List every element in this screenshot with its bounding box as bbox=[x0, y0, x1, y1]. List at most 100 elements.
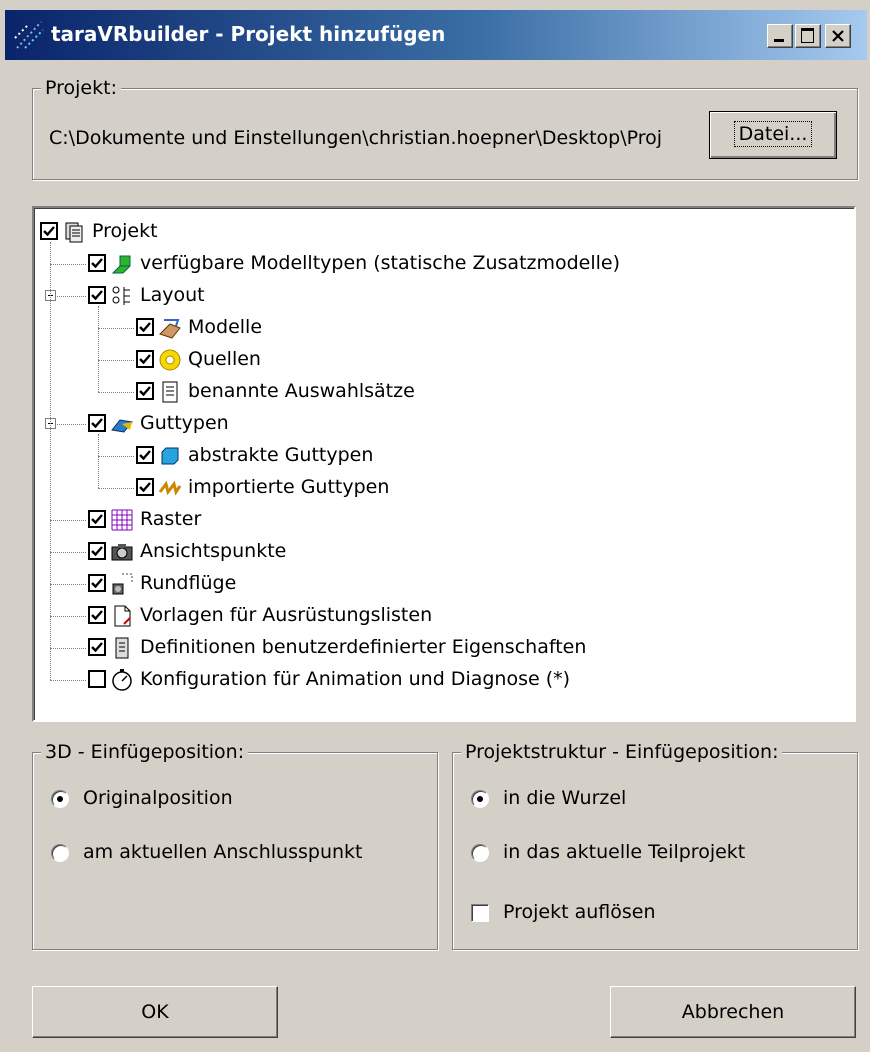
tree-connector bbox=[98, 306, 99, 392]
tree-item[interactable]: Ansichtspunkte bbox=[34, 536, 854, 568]
tree-item[interactable]: Layout bbox=[34, 280, 854, 312]
tree-checkbox[interactable] bbox=[40, 222, 58, 240]
tree-checkbox[interactable] bbox=[136, 478, 154, 496]
tree-connector bbox=[50, 264, 86, 265]
tree-checkbox[interactable] bbox=[88, 638, 106, 656]
window-title: taraVRbuilder - Projekt hinzufügen bbox=[51, 22, 446, 46]
tree-checkbox[interactable] bbox=[136, 446, 154, 464]
radio-button[interactable] bbox=[471, 790, 489, 808]
tree-connector bbox=[98, 392, 134, 393]
check-mark-icon bbox=[91, 546, 103, 557]
tree-item-label: Modelle bbox=[188, 316, 263, 338]
camera-icon bbox=[111, 544, 133, 561]
minimize-button[interactable] bbox=[767, 24, 793, 48]
tree-connector bbox=[98, 488, 134, 489]
tree-item[interactable]: Definitionen benutzerdefinierter Eigensc… bbox=[34, 632, 854, 664]
tree-checkbox[interactable] bbox=[136, 318, 154, 336]
ok-button[interactable]: OK bbox=[32, 986, 278, 1038]
tree-item-label: Projekt bbox=[92, 220, 158, 242]
tree-checkbox[interactable] bbox=[88, 606, 106, 624]
title-bar[interactable]: taraVRbuilder - Projekt hinzufügen bbox=[5, 10, 867, 60]
project-tree[interactable]: Projekt verfügbare Modelltypen (statische… bbox=[32, 206, 856, 722]
tree-item[interactable]: Konfiguration für Animation und Diagnose… bbox=[34, 664, 854, 696]
tree-item-label: benannte Auswahlsätze bbox=[188, 380, 415, 402]
tree-connector bbox=[98, 434, 99, 488]
tree-connector bbox=[50, 242, 51, 680]
tree-item[interactable]: Projekt bbox=[34, 216, 854, 248]
cancel-button-label: Abbrechen bbox=[681, 1001, 785, 1023]
position-3d-group: 3D - Einfügeposition: Originalposition a… bbox=[32, 741, 438, 950]
tree-item[interactable]: Raster bbox=[34, 504, 854, 536]
tree-item-label: importierte Guttypen bbox=[188, 476, 390, 498]
tree-checkbox[interactable] bbox=[88, 414, 106, 432]
file-button[interactable]: Datei... bbox=[709, 111, 837, 159]
tree-item-label: Rundflüge bbox=[140, 572, 237, 594]
tree-connector bbox=[98, 456, 134, 457]
tree-item[interactable]: Guttypen bbox=[34, 408, 854, 440]
tree-checkbox[interactable] bbox=[88, 574, 106, 592]
check-mark-icon bbox=[91, 610, 103, 621]
tree-checkbox[interactable] bbox=[136, 350, 154, 368]
project-group-label: Projekt: bbox=[41, 77, 121, 99]
radio-button[interactable] bbox=[51, 790, 69, 808]
check-mark-icon bbox=[91, 418, 103, 429]
check-mark-icon bbox=[139, 450, 151, 461]
check-mark-icon bbox=[91, 514, 103, 525]
tree-connector bbox=[50, 680, 86, 681]
document-icon bbox=[114, 605, 131, 627]
tree-item[interactable]: importierte Guttypen bbox=[34, 472, 854, 504]
tree-item[interactable]: abstrakte Guttypen bbox=[34, 440, 854, 472]
tree-item-label: Ansichtspunkte bbox=[140, 540, 287, 562]
tree-item-label: abstrakte Guttypen bbox=[188, 444, 374, 466]
cancel-button[interactable]: Abbrechen bbox=[610, 986, 856, 1038]
check-mark-icon bbox=[139, 386, 151, 397]
ok-button-label: OK bbox=[141, 1001, 169, 1023]
models-icon bbox=[159, 319, 181, 339]
tree-checkbox[interactable] bbox=[88, 670, 106, 688]
sources-icon bbox=[159, 349, 181, 371]
tree-connector bbox=[50, 648, 86, 649]
structure-position-label: Projektstruktur - Einfügeposition: bbox=[461, 741, 783, 763]
tree-item[interactable]: Quellen bbox=[34, 344, 854, 376]
grid-icon bbox=[111, 509, 133, 531]
check-mark-icon bbox=[43, 226, 55, 237]
close-button[interactable] bbox=[825, 24, 851, 48]
position-3d-label: 3D - Einfügeposition: bbox=[41, 741, 249, 763]
tree-item-label: Guttypen bbox=[140, 412, 229, 434]
tree-item-label: Definitionen benutzerdefinierter Eigensc… bbox=[140, 636, 587, 658]
tree-checkbox[interactable] bbox=[136, 382, 154, 400]
project-icon bbox=[65, 222, 83, 243]
tree-item[interactable]: Vorlagen für Ausrüstungslisten bbox=[34, 600, 854, 632]
selection-sets-icon bbox=[162, 381, 178, 403]
radio-label: in das aktuelle Teilprojekt bbox=[503, 841, 746, 863]
check-mark-icon bbox=[91, 290, 103, 301]
tree-item-label: verfügbare Modelltypen (statische Zusatz… bbox=[140, 252, 621, 274]
tree-item[interactable]: verfügbare Modelltypen (statische Zusatz… bbox=[34, 248, 854, 280]
tree-item-label: Layout bbox=[140, 284, 205, 306]
tree-item-label: Quellen bbox=[188, 348, 261, 370]
structure-position-group: Projektstruktur - Einfügeposition: in di… bbox=[452, 741, 858, 950]
checkbox[interactable] bbox=[471, 904, 489, 922]
flyover-icon bbox=[112, 573, 133, 595]
check-mark-icon bbox=[91, 578, 103, 589]
app-icon bbox=[14, 21, 44, 49]
tree-checkbox[interactable] bbox=[88, 542, 106, 560]
tree-item-label: Raster bbox=[140, 508, 202, 530]
tree-item[interactable]: Rundflüge bbox=[34, 568, 854, 600]
radio-button[interactable] bbox=[51, 844, 69, 862]
layout-icon bbox=[112, 286, 130, 305]
tree-checkbox[interactable] bbox=[88, 254, 106, 272]
tree-connector bbox=[98, 328, 134, 329]
goods-types-icon bbox=[111, 419, 133, 433]
radio-label: in die Wurzel bbox=[503, 787, 627, 809]
tree-checkbox[interactable] bbox=[88, 286, 106, 304]
check-mark-icon bbox=[139, 482, 151, 493]
close-icon bbox=[832, 30, 844, 42]
maximize-button[interactable] bbox=[795, 24, 821, 48]
tree-item[interactable]: Modelle bbox=[34, 312, 854, 344]
tree-connector bbox=[98, 360, 134, 361]
tree-checkbox[interactable] bbox=[88, 510, 106, 528]
tree-item[interactable]: benannte Auswahlsätze bbox=[34, 376, 854, 408]
checkbox-label: Projekt auflösen bbox=[503, 901, 656, 923]
radio-button[interactable] bbox=[471, 844, 489, 862]
